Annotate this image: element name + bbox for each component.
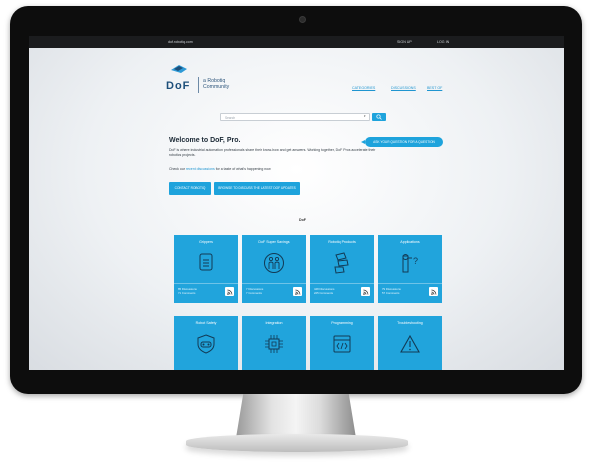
tile-title: Grippers — [199, 240, 213, 244]
code-window-icon — [333, 335, 351, 353]
rss-icon — [294, 289, 300, 295]
monitor-stand-base — [186, 434, 408, 452]
tile-comments: 7 Comments — [246, 291, 262, 295]
welcome-description: DoF is where industrial automation profe… — [169, 148, 376, 157]
login-link[interactable]: LOG IN — [437, 36, 449, 48]
tile-title: Robotiq Products — [328, 240, 356, 244]
site-url[interactable]: dof.robotiq.com — [168, 36, 193, 48]
product-stack-icon — [334, 252, 349, 274]
category-tile-integration[interactable]: Integration — [242, 316, 306, 370]
logo-tagline: a Robotiq Community — [203, 78, 230, 90]
monitor-screen: dof.robotiq.com SIGN UP LOG IN DoF a Rob… — [29, 36, 564, 370]
rss-icon — [430, 289, 436, 295]
rss-button[interactable] — [293, 287, 302, 296]
category-tile-programming[interactable]: Programming — [310, 316, 374, 370]
search-input[interactable]: Search — [220, 113, 370, 121]
chip-icon — [265, 335, 283, 353]
section-heading: DoF — [299, 218, 306, 222]
tile-title: Programming — [331, 321, 353, 325]
tile-title: DoF Super Savings — [258, 240, 290, 244]
search-scope-dropdown[interactable]: ▾ — [364, 114, 366, 118]
rss-button[interactable] — [361, 287, 370, 296]
tile-title: Integration — [265, 321, 283, 325]
nav-best-of[interactable]: BEST OF — [427, 86, 442, 90]
category-tile-grippers[interactable]: Grippers 85 Discussions 71 Comments — [174, 235, 238, 303]
logo-divider — [198, 77, 199, 93]
category-tile-applications[interactable]: Applications ? 79 Discussions 57 Comment… — [378, 235, 442, 303]
rss-icon — [362, 289, 368, 295]
tile-title: Troubleshooting — [397, 321, 423, 325]
welcome-title: Welcome to DoF, Pro. — [169, 137, 241, 144]
category-tile-robotiq-products[interactable]: Robotiq Products 448 Discussions 225 Com… — [310, 235, 374, 303]
tile-title: Robot Safety — [195, 321, 217, 325]
robot-arm-question-icon: ? — [402, 254, 418, 273]
webcam — [299, 16, 306, 23]
contact-robotiq-button[interactable]: CONTACT ROBOTIQ — [169, 182, 211, 195]
top-utility-bar: dof.robotiq.com SIGN UP LOG IN — [29, 36, 564, 48]
tile-comments: 225 Comments — [314, 291, 333, 295]
warning-triangle-icon — [400, 334, 420, 353]
category-tile-super-savings[interactable]: DoF Super Savings 7 Discussions 7 Commen… — [242, 235, 306, 303]
logo-icon[interactable] — [169, 63, 189, 75]
tile-stats: 7 Discussions 7 Comments — [246, 287, 263, 295]
signup-link[interactable]: SIGN UP — [397, 36, 412, 48]
people-icon — [264, 253, 284, 273]
nav-categories[interactable]: CATEGORIES — [352, 86, 375, 90]
logo-wordmark[interactable]: DoF — [166, 80, 190, 92]
category-tile-robot-safety[interactable]: Robot Safety — [174, 316, 238, 370]
recent-discussions-line: Check our recent discussions for a taste… — [169, 167, 271, 171]
search-button[interactable] — [372, 113, 386, 121]
tile-comments: 57 Comments — [382, 291, 400, 295]
gripper-doc-icon — [199, 253, 213, 271]
tile-stats: 85 Discussions 71 Comments — [178, 287, 197, 295]
check-prefix: Check our — [169, 167, 186, 171]
safety-shield-icon — [197, 334, 215, 354]
rss-icon — [226, 289, 232, 295]
category-tile-troubleshooting[interactable]: Troubleshooting — [378, 316, 442, 370]
recent-discussions-link[interactable]: recent discussions — [186, 167, 215, 171]
ask-question-button[interactable]: ASK YOUR QUESTION FOR A QUESTION — [361, 137, 443, 147]
search-placeholder: Search — [225, 116, 236, 120]
search-icon — [376, 114, 382, 120]
nav-discussions[interactable]: DISCUSSIONS — [391, 86, 416, 90]
tile-stats: 448 Discussions 225 Comments — [314, 287, 334, 295]
tile-comments: 71 Comments — [178, 291, 196, 295]
svg-text:?: ? — [413, 256, 418, 266]
check-suffix: for a taste of what's happening now — [214, 167, 271, 171]
rss-button[interactable] — [429, 287, 438, 296]
browse-updates-button[interactable]: BROWSE TO DISCUSS THE LATEST DOF UPDATES — [214, 182, 300, 195]
tile-title: Applications — [400, 240, 420, 244]
tile-stats: 79 Discussions 57 Comments — [382, 287, 401, 295]
monitor-stand-neck — [236, 394, 356, 438]
rss-button[interactable] — [225, 287, 234, 296]
site-header: DoF a Robotiq Community CATEGORIES DISCU… — [29, 48, 564, 100]
